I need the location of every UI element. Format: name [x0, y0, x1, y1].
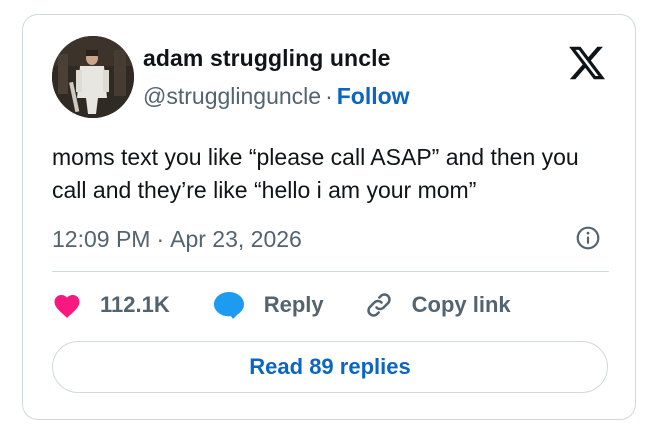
- author-handle[interactable]: @strugglinguncle: [143, 83, 321, 109]
- read-replies-label: Read 89 replies: [249, 354, 411, 379]
- author-name[interactable]: adam struggling uncle: [143, 45, 390, 72]
- divider: [52, 271, 609, 272]
- timestamp-separator: ·: [156, 226, 165, 252]
- follow-button[interactable]: Follow: [337, 83, 410, 109]
- heart-icon: [54, 295, 80, 318]
- author-meta: @strugglinguncle · Follow: [143, 83, 410, 110]
- tweet-time: 12:09 PM: [52, 226, 151, 252]
- reply-button[interactable]: Reply: [212, 290, 324, 320]
- copy-link-label: Copy link: [411, 292, 511, 317]
- avatar[interactable]: [52, 36, 134, 118]
- link-icon: [366, 293, 391, 317]
- likes-count: 112.1K: [100, 292, 170, 317]
- avatar-photo: [52, 36, 134, 118]
- info-icon[interactable]: [575, 225, 601, 251]
- x-logo-icon[interactable]: [567, 43, 607, 83]
- tweet-timestamp[interactable]: 12:09 PM · Apr 23, 2026: [52, 226, 302, 253]
- tweet-date: Apr 23, 2026: [170, 226, 302, 252]
- reply-label: Reply: [263, 292, 324, 317]
- read-replies-button[interactable]: Read 89 replies: [52, 341, 608, 393]
- separator-dot: ·: [325, 83, 333, 109]
- tweet-text: moms text you like “please call ASAP” an…: [52, 144, 579, 203]
- tweet-card: adam struggling uncle @strugglinguncle · F…: [22, 14, 636, 420]
- copy-link-button[interactable]: Copy link: [364, 290, 511, 320]
- action-bar: 112.1K Reply Copy link: [52, 287, 511, 323]
- like-button[interactable]: 112.1K: [52, 291, 170, 319]
- speech-bubble-icon: [213, 292, 244, 319]
